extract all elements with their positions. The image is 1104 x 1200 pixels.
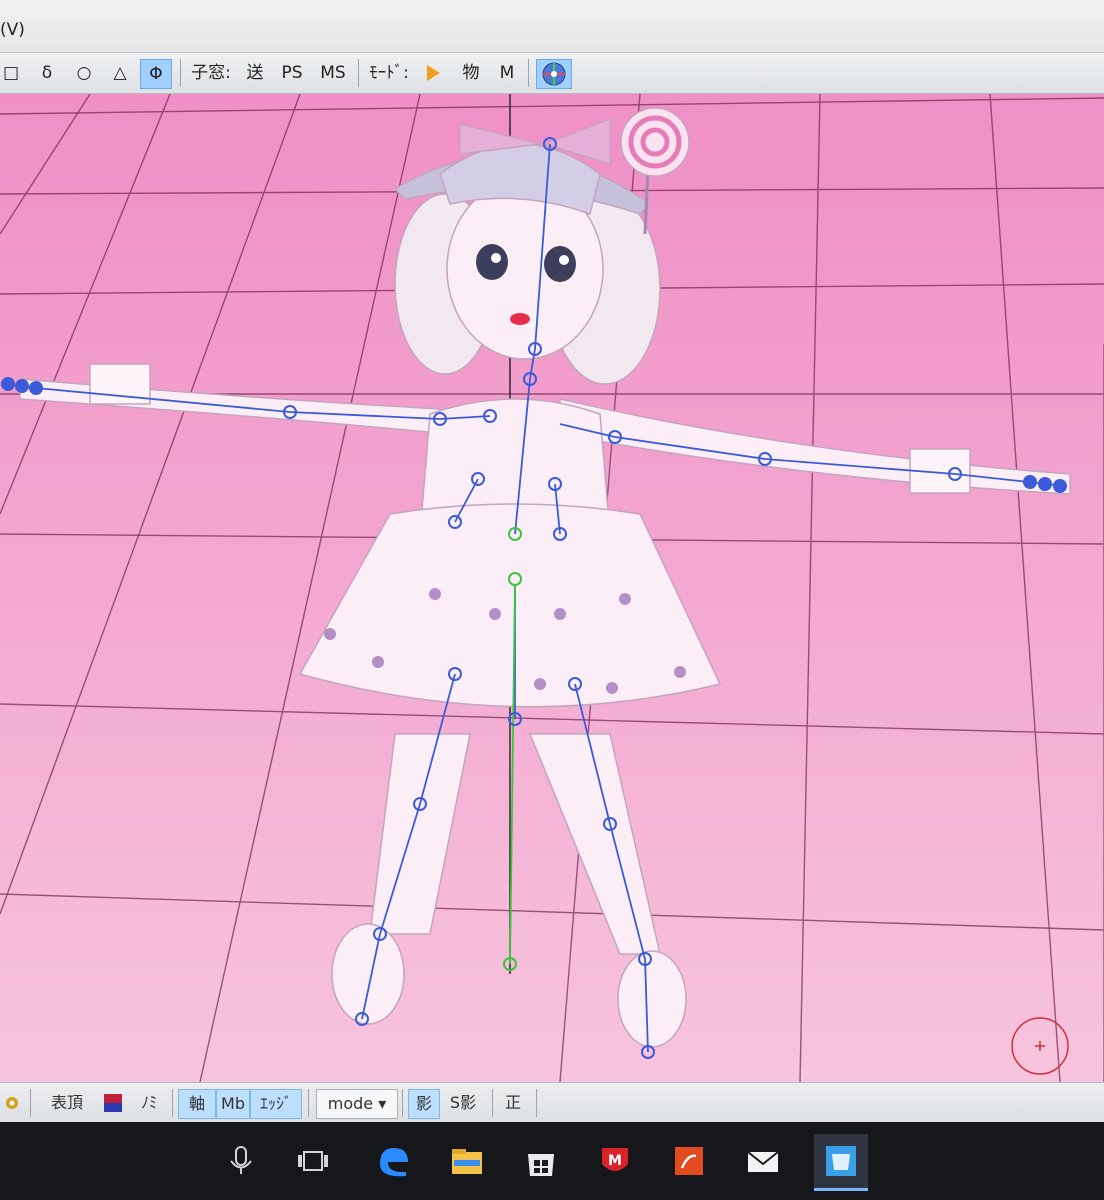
separator [358, 59, 359, 87]
m-mode-button[interactable]: M [494, 59, 520, 87]
shadow-toggle[interactable]: 影 [408, 1089, 440, 1119]
axis-toggle[interactable]: 軸 [178, 1089, 216, 1119]
bottom-toolbar: 表頂 ﾉﾐ 軸 Mb ｴｯｼﾞ mode ▾ 影 S影 正 [0, 1082, 1104, 1123]
separator [30, 1089, 31, 1117]
circle-select-button[interactable]: ○ [70, 59, 98, 87]
child-window-label: 子窓: [191, 63, 231, 83]
separator [492, 1089, 493, 1117]
character-model[interactable] [19, 107, 1071, 1048]
mode-select-value: mode [327, 1094, 374, 1113]
pmx-editor-icon[interactable] [814, 1134, 868, 1191]
settings-icon[interactable] [2, 1089, 22, 1117]
separator [172, 1089, 173, 1117]
normal-button[interactable]: ﾉﾐ [134, 1089, 164, 1117]
separator [402, 1089, 403, 1117]
cursor-target-icon [1011, 1017, 1069, 1075]
mode-label: ﾓｰﾄﾞ: [369, 63, 409, 83]
menu-view[interactable]: (V) [0, 20, 25, 40]
object-mode-button[interactable]: 物 [458, 59, 484, 87]
s-shadow-toggle[interactable]: S影 [442, 1089, 484, 1117]
app-red-icon[interactable] [662, 1134, 716, 1188]
taskbar: M [0, 1122, 1104, 1200]
microphone-icon[interactable] [214, 1134, 268, 1188]
mode-select[interactable]: mode ▾ [316, 1089, 398, 1119]
chevron-down-icon: ▾ [378, 1094, 387, 1113]
ps-button[interactable]: PS [276, 59, 308, 87]
square-select-button[interactable]: □ [0, 59, 22, 87]
mail-icon[interactable] [736, 1134, 790, 1188]
separator [308, 1089, 309, 1117]
separator [180, 59, 181, 87]
separator [528, 59, 529, 87]
globe-gizmo-icon[interactable] [536, 59, 572, 89]
play-icon[interactable] [420, 59, 446, 87]
ms-button[interactable]: MS [314, 59, 352, 87]
edge-toggle[interactable]: ｴｯｼﾞ [250, 1089, 302, 1119]
menu-bar: (V) [0, 0, 1104, 53]
3d-viewport[interactable] [0, 94, 1104, 1082]
mcafee-icon[interactable]: M [588, 1134, 642, 1188]
separator [536, 1089, 537, 1117]
phi-button[interactable]: Φ [140, 59, 172, 89]
send-button[interactable]: 送 [242, 59, 268, 87]
correct-button[interactable]: 正 [498, 1089, 528, 1117]
mb-toggle[interactable]: Mb [216, 1089, 250, 1119]
store-icon[interactable] [514, 1134, 568, 1188]
delta-button[interactable]: δ [34, 59, 60, 87]
edge-browser-icon[interactable] [366, 1134, 420, 1188]
triangle-select-button[interactable]: △ [106, 59, 134, 87]
svg-text:M: M [608, 1153, 622, 1169]
toolbar: □ δ ○ △ Φ 子窓: 送 PS MS ﾓｰﾄﾞ: 物 M [0, 53, 1104, 94]
surface-vertex-button[interactable]: 表頂 [44, 1089, 90, 1117]
color-swatch-icon[interactable] [100, 1089, 126, 1117]
file-explorer-icon[interactable] [440, 1134, 494, 1188]
task-view-icon[interactable] [286, 1134, 340, 1188]
